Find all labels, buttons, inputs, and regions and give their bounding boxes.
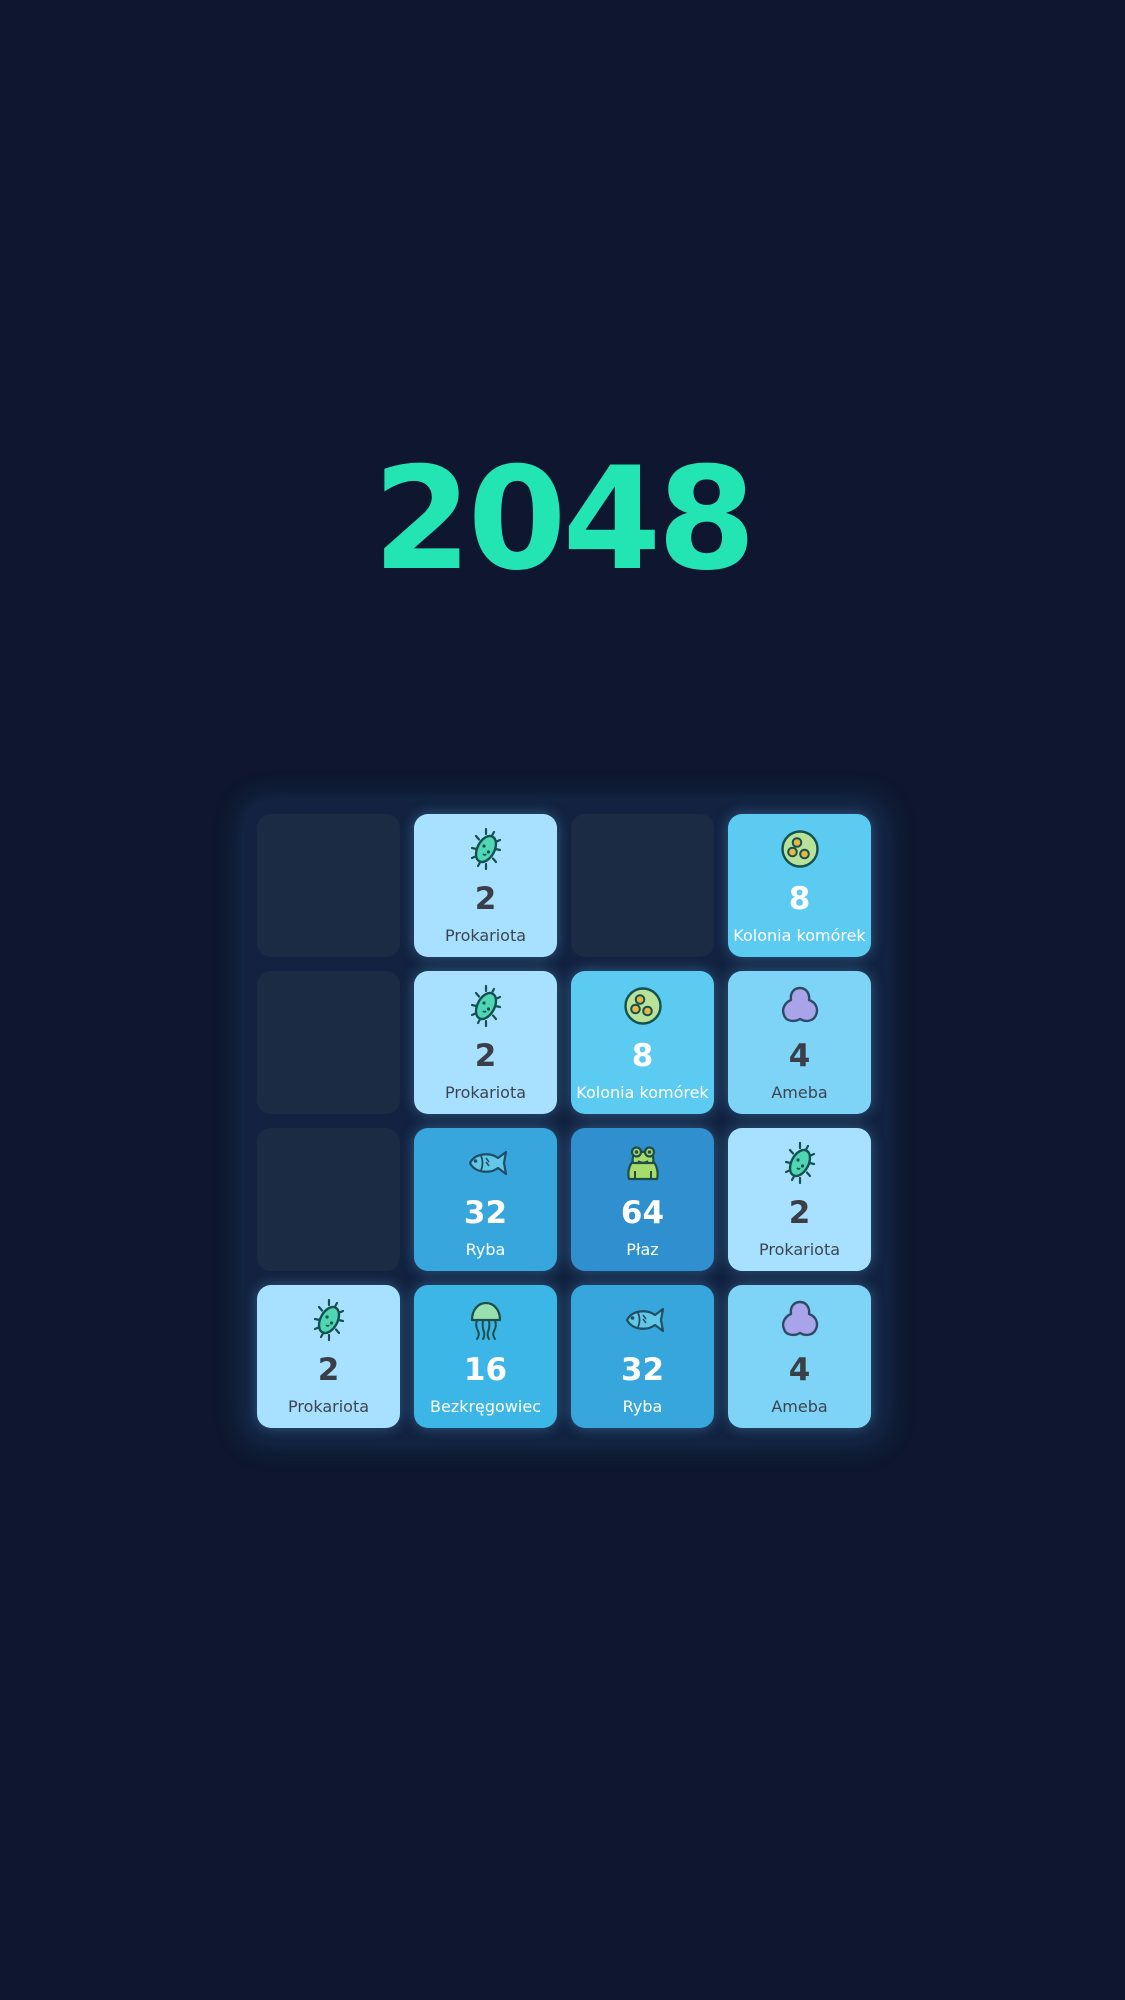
tile-value: 8 [788,881,811,917]
tile-label: Płaz [626,1240,659,1259]
tile-label: Prokariota [287,1397,370,1416]
tile-label: Prokariota [444,1083,527,1102]
tile-2: 2 Prokariota [414,971,557,1114]
tile-label: Prokariota [758,1240,841,1259]
tile-value: 4 [788,1038,811,1074]
empty-cell [257,1128,400,1271]
tile-label: Kolonia komórek [733,926,866,945]
frog-icon [621,1141,665,1185]
bacteria-icon [464,827,508,871]
amoeba-icon [778,1298,822,1342]
bacteria-icon [307,1298,351,1342]
tile-4: 4 Ameba [728,971,871,1114]
tile-label: Ameba [771,1397,828,1416]
cell-colony-icon [778,827,822,871]
tile-8: 8 Kolonia komórek [571,971,714,1114]
tile-label: Prokariota [444,926,527,945]
fish-icon [621,1298,665,1342]
tile-label: Bezkręgowiec [429,1397,542,1416]
bacteria-icon [778,1141,822,1185]
empty-cell [571,814,714,957]
game-screen: 2048 2 Prokariota 8 Kolonia komórek 2 Prokari… [0,0,1125,2000]
tile-label: Ryba [465,1240,506,1259]
empty-cell [257,814,400,957]
tile-2: 2 Prokariota [728,1128,871,1271]
empty-cell [257,971,400,1114]
tile-4: 4 Ameba [728,1285,871,1428]
tile-2: 2 Prokariota [257,1285,400,1428]
tile-label: Ameba [771,1083,828,1102]
tile-32: 32 Ryba [414,1128,557,1271]
game-board[interactable]: 2 Prokariota 8 Kolonia komórek 2 Prokariota 8 K… [244,801,885,1442]
tile-value: 2 [474,1038,497,1074]
tile-value: 2 [788,1195,811,1231]
game-title: 2048 [372,437,756,602]
tile-value: 4 [788,1352,811,1388]
jellyfish-icon [464,1298,508,1342]
bacteria-icon [464,984,508,1028]
tile-value: 32 [620,1352,665,1388]
tile-value: 8 [631,1038,654,1074]
amoeba-icon [778,984,822,1028]
tile-8: 8 Kolonia komórek [728,814,871,957]
tile-16: 16 Bezkręgowiec [414,1285,557,1428]
tile-value: 2 [474,881,497,917]
tile-32: 32 Ryba [571,1285,714,1428]
tile-value: 16 [463,1352,508,1388]
tile-label: Kolonia komórek [576,1083,709,1102]
tile-2: 2 Prokariota [414,814,557,957]
tile-64: 64 Płaz [571,1128,714,1271]
tile-value: 64 [620,1195,665,1231]
tile-value: 32 [463,1195,508,1231]
fish-icon [464,1141,508,1185]
cell-colony-icon [621,984,665,1028]
tile-label: Ryba [622,1397,663,1416]
tile-value: 2 [317,1352,340,1388]
